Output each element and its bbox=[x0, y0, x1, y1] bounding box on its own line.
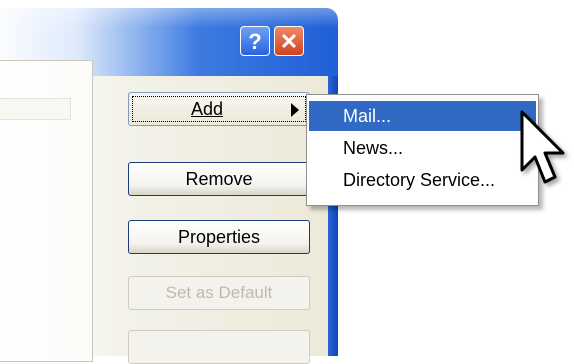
remove-button[interactable]: Remove bbox=[128, 162, 310, 196]
mouse-pointer-icon bbox=[520, 110, 565, 184]
properties-button[interactable]: Properties bbox=[128, 220, 310, 254]
set-as-default-button: Set as Default bbox=[128, 276, 310, 310]
submenu-arrow-icon bbox=[291, 103, 299, 117]
close-icon[interactable]: ✕ bbox=[274, 26, 304, 56]
menu-item-mail[interactable]: Mail... bbox=[309, 101, 536, 131]
help-icon[interactable]: ? bbox=[240, 26, 270, 56]
next-button-partial bbox=[128, 330, 310, 364]
add-button-label: Add bbox=[190, 99, 224, 119]
menu-item-news[interactable]: News... bbox=[309, 133, 536, 163]
add-button[interactable]: Add bbox=[128, 92, 310, 126]
menu-item-directory-service[interactable]: Directory Service... bbox=[309, 165, 536, 195]
add-popup-menu: Mail... News... Directory Service... bbox=[306, 94, 539, 206]
accounts-list-header bbox=[0, 98, 71, 120]
